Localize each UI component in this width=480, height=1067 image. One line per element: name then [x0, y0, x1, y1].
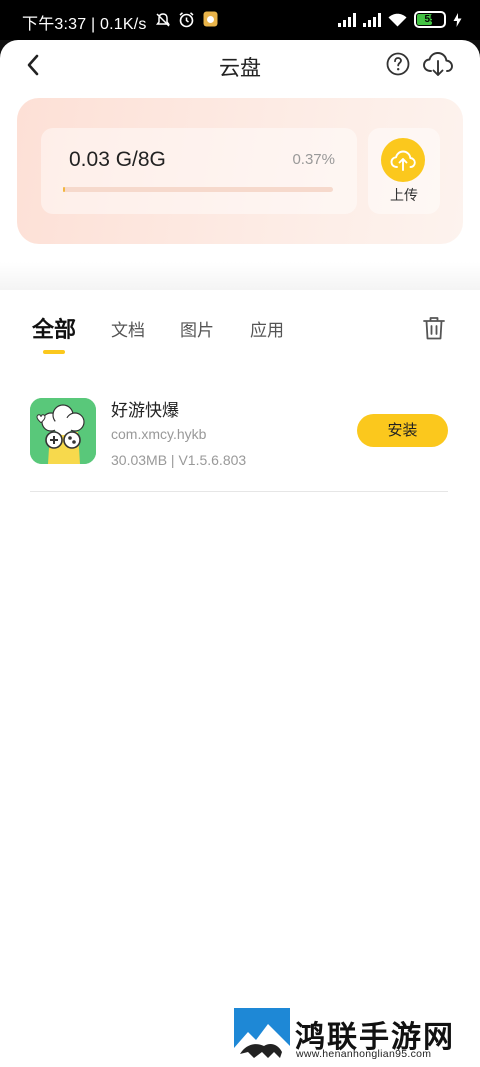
- watermark-logo: [234, 1008, 290, 1062]
- status-bar: 下午3:37 | 0.1K/s 55: [0, 0, 480, 40]
- alarm-icon: [179, 12, 194, 28]
- file-meta: 30.03MB | V1.5.6.803: [111, 452, 247, 468]
- watermark: 鸿联手游网 www.henanhonglian95.com: [234, 1008, 476, 1064]
- tab-all[interactable]: 全部: [32, 312, 76, 344]
- signal-icon: [363, 12, 381, 27]
- file-package: com.xmcy.hykb: [111, 426, 207, 442]
- upload-icon-circle: [381, 138, 425, 182]
- tab-documents[interactable]: 文档: [111, 316, 145, 341]
- upload-button[interactable]: 上传: [368, 128, 440, 214]
- install-button[interactable]: 安装: [357, 414, 448, 447]
- storage-progress-fill: [63, 187, 65, 192]
- tab-images[interactable]: 图片: [180, 316, 214, 341]
- signal-icon: [338, 12, 356, 27]
- mute-icon: [156, 13, 170, 27]
- battery-icon: 55: [414, 11, 446, 28]
- app-icon: [30, 398, 96, 464]
- storage-usage-text: 0.03 G/8G: [69, 148, 166, 171]
- wifi-icon: [388, 13, 407, 26]
- help-icon[interactable]: [386, 52, 410, 76]
- storage-card: 0.03 G/8G 0.37% 上传: [17, 98, 463, 244]
- storage-progress-bar: [63, 187, 333, 192]
- section-divider: [0, 262, 480, 290]
- row-divider: [30, 491, 448, 492]
- header: 云盘: [0, 40, 480, 94]
- status-time: 下午3:37 | 0.1K/s: [22, 16, 147, 33]
- tab-apps[interactable]: 应用: [250, 316, 284, 341]
- upload-label: 上传: [390, 188, 418, 204]
- trash-icon[interactable]: [422, 315, 446, 341]
- storage-usage-percent: 0.37%: [292, 151, 335, 168]
- status-indicators: 55: [338, 11, 462, 28]
- popcorn-mascot-icon: [30, 398, 96, 464]
- storage-usage-panel: 0.03 G/8G 0.37%: [41, 128, 357, 214]
- cloud-drive-screen: 云盘 0.03 G/8G 0.37% 上传 全部 文档 图片 应用 好游快爆 c…: [0, 40, 480, 1067]
- app-notification-icon: [203, 11, 218, 27]
- charging-icon: [453, 12, 462, 27]
- cloud-download-icon[interactable]: [422, 50, 454, 78]
- battery-level: 55: [424, 14, 436, 25]
- cloud-upload-icon: [390, 150, 416, 171]
- list-item[interactable]: 好游快爆 com.xmcy.hykb 30.03MB | V1.5.6.803 …: [30, 396, 450, 486]
- file-name: 好游快爆: [111, 401, 179, 421]
- active-tab-indicator: [43, 350, 65, 354]
- watermark-url: www.henanhonglian95.com: [296, 1048, 432, 1060]
- category-tabs: 全部 文档 图片 应用: [0, 310, 480, 360]
